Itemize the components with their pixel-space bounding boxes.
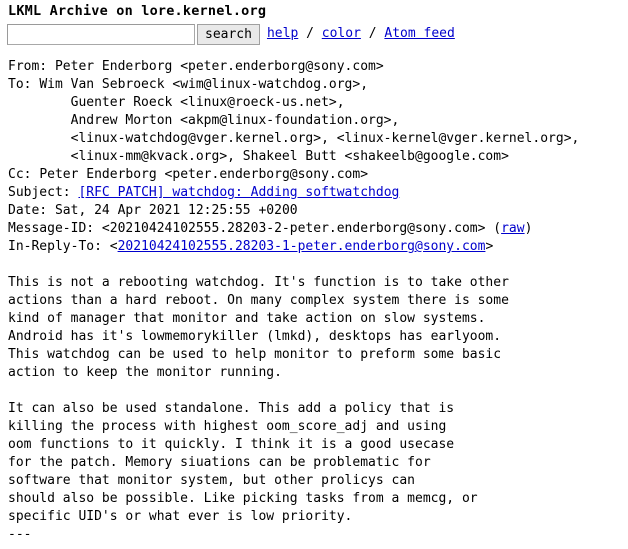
body-paragraph-2: It can also be used standalone. This add…	[8, 401, 478, 524]
raw-link[interactable]: raw	[501, 221, 524, 236]
cc-label: Cc:	[8, 167, 40, 182]
body-blank-line	[8, 382, 628, 400]
body-paragraph-1: This is not a rebooting watchdog. It's f…	[8, 275, 509, 380]
header-to-cont-4: <linux-mm@kvack.org>, Shakeel Butt <shak…	[8, 148, 628, 166]
in-reply-to-label: In-Reply-To:	[8, 239, 110, 254]
in-reply-to-link[interactable]: 20210424102555.28203-1-peter.enderborg@s…	[118, 239, 486, 254]
to-value-4: <linux-mm@kvack.org>, Shakeel Butt <shak…	[8, 149, 509, 164]
page-container: LKML Archive on lore.kernel.org search h…	[0, 0, 628, 544]
raw-open-paren: (	[485, 221, 502, 236]
subject-label: Subject:	[8, 185, 79, 200]
message-id-label: Message-ID:	[8, 221, 102, 236]
nav-separator-1: /	[298, 26, 322, 41]
search-input[interactable]	[7, 23, 195, 45]
message-headers: From: Peter Enderborg <peter.enderborg@s…	[8, 58, 628, 256]
nav-links: help / color / Atom feed	[267, 25, 455, 43]
subject-link[interactable]: [RFC PATCH] watchdog: Adding softwatchdo…	[78, 185, 399, 200]
header-to-cont-3: <linux-watchdog@vger.kernel.org>, <linux…	[8, 130, 628, 148]
date-value: Sat, 24 Apr 2021 12:25:55 +0200	[54, 203, 298, 218]
message-body: This is not a rebooting watchdog. It's f…	[8, 274, 628, 544]
from-label: From:	[8, 59, 55, 74]
help-link[interactable]: help	[267, 26, 298, 41]
color-link[interactable]: color	[322, 26, 361, 41]
raw-close-paren: )	[524, 221, 533, 236]
atom-feed-link[interactable]: Atom feed	[384, 26, 454, 41]
cc-value: Peter Enderborg <peter.enderborg@sony.co…	[39, 167, 369, 182]
header-to-cont-2: Andrew Morton <akpm@linux-foundation.org…	[8, 112, 628, 130]
header-message-id: Message-ID: <20210424102555.28203-2-pete…	[8, 220, 628, 238]
header-from: From: Peter Enderborg <peter.enderborg@s…	[8, 58, 628, 76]
in-reply-to-open-bracket: <	[109, 239, 118, 254]
header-subject: Subject: [RFC PATCH] watchdog: Adding so…	[8, 184, 628, 202]
search-button[interactable]: search	[197, 23, 260, 45]
to-label: To:	[8, 77, 40, 92]
header-date: Date: Sat, 24 Apr 2021 12:25:55 +0200	[8, 202, 628, 220]
date-label: Date:	[8, 203, 55, 218]
in-reply-to-close-bracket: >	[485, 239, 494, 254]
signature-separator: ---	[8, 527, 32, 542]
to-value-2: Andrew Morton <akpm@linux-foundation.org…	[8, 113, 400, 128]
to-value-0: Wim Van Sebroeck <wim@linux-watchdog.org…	[39, 77, 369, 92]
nav-separator-2: /	[360, 26, 385, 41]
from-value: Peter Enderborg <peter.enderborg@sony.co…	[54, 59, 384, 74]
header-cc: Cc: Peter Enderborg <peter.enderborg@son…	[8, 166, 628, 184]
to-value-1: Guenter Roeck <linux@roeck-us.net>,	[8, 95, 345, 110]
message-id-value: <20210424102555.28203-2-peter.enderborg@…	[101, 221, 486, 236]
page-title: LKML Archive on lore.kernel.org	[8, 3, 267, 19]
search-form: search help / color / Atom feed	[7, 22, 628, 46]
header-in-reply-to: In-Reply-To: <20210424102555.28203-1-pet…	[8, 238, 628, 256]
to-value-3: <linux-watchdog@vger.kernel.org>, <linux…	[8, 131, 580, 146]
header-to-cont-1: Guenter Roeck <linux@roeck-us.net>,	[8, 94, 628, 112]
header-to: To: Wim Van Sebroeck <wim@linux-watchdog…	[8, 76, 628, 94]
